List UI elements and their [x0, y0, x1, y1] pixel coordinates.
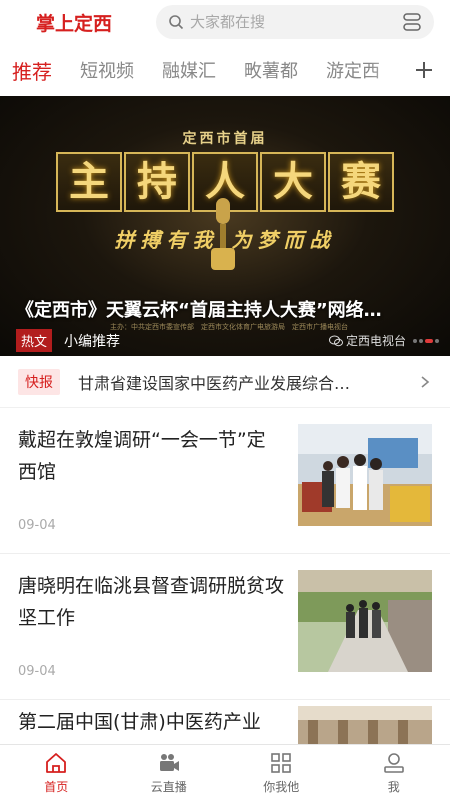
tabbar-me[interactable]: 我 [338, 745, 450, 800]
scan-icon[interactable] [402, 12, 422, 32]
tabbar-live[interactable]: 云直播 [113, 745, 226, 800]
banner-slogan: 拼搏有我 为梦而战 [114, 228, 336, 252]
search-input[interactable] [184, 13, 402, 31]
tab-short-video[interactable]: 短视频 [80, 57, 134, 83]
banner-char: 持 [124, 152, 190, 212]
flash-news-row[interactable]: 快报 甘肃省建设国家中医药产业发展综合… [0, 356, 450, 408]
banner-watermark: 定西电视台 [328, 332, 406, 349]
top-header: 掌上定西 [0, 0, 450, 44]
banner-caption[interactable]: 《定西市》天翼云杯“首届主持人大赛”网络… [16, 296, 434, 322]
exhibition-photo[interactable] [298, 424, 432, 526]
tabbar-label: 我 [387, 779, 400, 794]
bottom-tab-bar: 首页 云直播 你我他 我 [0, 744, 450, 800]
banner-carousel[interactable]: 定西市首届 主持人大赛 拼搏有我 为梦而战 主办：中共定西市委宣传部 定西市文化… [0, 96, 450, 356]
search-bar[interactable] [156, 5, 434, 39]
carousel-dot [413, 338, 417, 343]
app-title: 掌上定西 [36, 12, 113, 35]
search-icon [169, 15, 184, 30]
chevron-right-icon[interactable] [418, 375, 432, 389]
banner-meta: 热文 小编推荐 定西电视台 [16, 329, 440, 352]
news-item[interactable]: 戴超在敦煌调研“一会一节”定西馆 09-04 [0, 408, 450, 554]
user-icon [383, 752, 404, 773]
banner-char: 主 [56, 152, 122, 212]
watermark-text: 定西电视台 [345, 334, 406, 348]
tab-media[interactable]: 融媒汇 [162, 57, 216, 83]
carousel-indicator [412, 338, 440, 343]
carousel-dot [419, 338, 423, 343]
channel-tabs: 推荐 短视频 融媒汇 畋薯都 游定西 [0, 44, 450, 96]
news-title[interactable]: 第二届中国(甘肃)中医药产业 [18, 706, 284, 738]
grid-icon [271, 752, 292, 773]
tab-potato-city[interactable]: 畋薯都 [244, 57, 298, 83]
news-date: 09-04 [18, 518, 56, 533]
carousel-dot [425, 338, 433, 343]
tab-recommend[interactable]: 推荐 [12, 56, 52, 85]
banner-char: 赛 [328, 152, 394, 212]
flash-tag: 快报 [18, 368, 60, 395]
news-title[interactable]: 戴超在敦煌调研“一会一节”定西馆 [18, 424, 284, 488]
news-date: 09-04 [18, 664, 56, 679]
tabbar-community[interactable]: 你我他 [225, 745, 338, 800]
editor-recommend-label: 小编推荐 [64, 333, 121, 350]
banner-char: 大 [260, 152, 326, 212]
tabbar-home[interactable]: 首页 [0, 745, 113, 800]
add-channel-icon[interactable] [410, 56, 438, 84]
home-icon [46, 752, 67, 773]
news-text: 戴超在敦煌调研“一会一节”定西馆 09-04 [18, 424, 298, 553]
tabbar-label: 首页 [44, 779, 69, 794]
tabbar-label: 云直播 [150, 779, 187, 794]
hot-tag: 热文 [16, 329, 53, 352]
news-item[interactable]: 唐晓明在临洮县督查调研脱贫攻坚工作 09-04 [0, 554, 450, 700]
wechat-icon [328, 335, 343, 346]
news-title[interactable]: 唐晓明在临洮县督查调研脱贫攻坚工作 [18, 570, 284, 634]
tab-fade [370, 44, 410, 96]
field-inspection-photo[interactable] [298, 570, 432, 672]
flash-text[interactable]: 甘肃省建设国家中医药产业发展综合… [78, 370, 412, 394]
tabbar-label: 你我他 [263, 779, 300, 794]
carousel-dot [435, 338, 439, 343]
news-text: 唐晓明在临洮县督查调研脱贫攻坚工作 09-04 [18, 570, 298, 699]
video-camera-icon [159, 753, 179, 771]
banner-subtitle: 定西市首届 [182, 131, 268, 147]
